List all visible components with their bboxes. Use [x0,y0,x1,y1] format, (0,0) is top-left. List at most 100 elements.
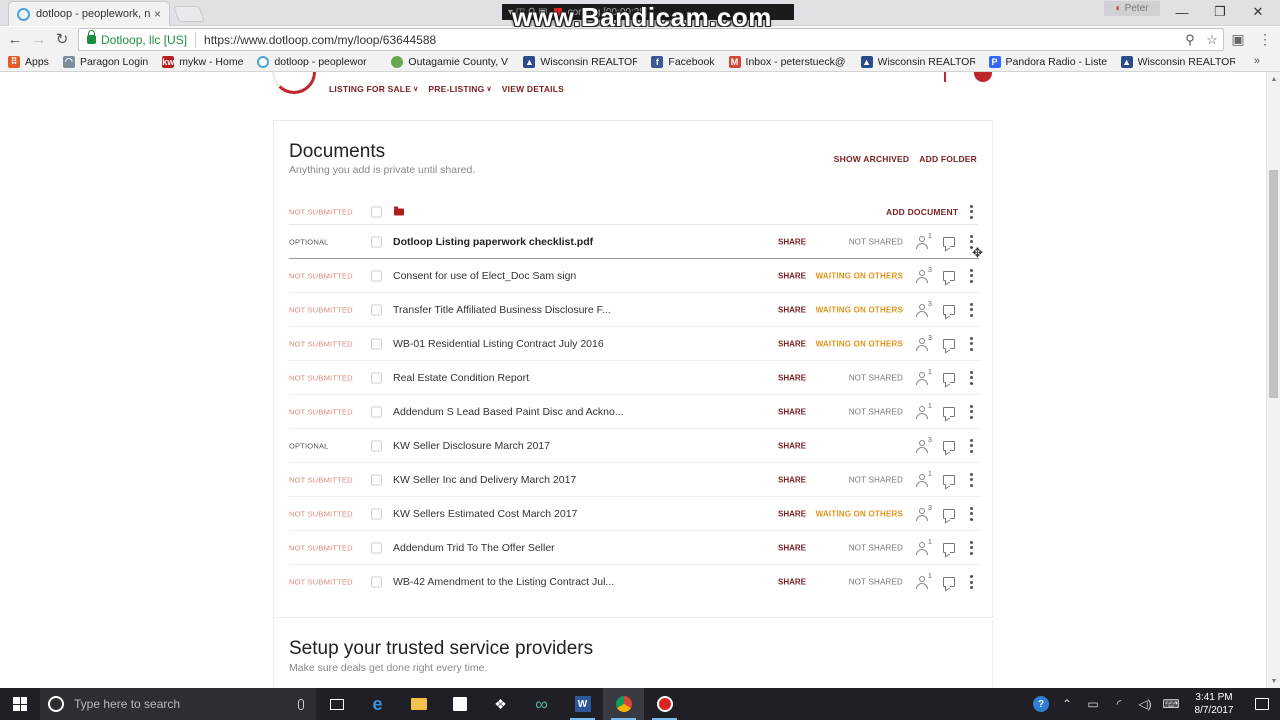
folder-icon[interactable] [394,206,404,215]
minimize-button[interactable]: — [1162,2,1202,22]
chrome-menu-icon[interactable]: ⋮ [1256,30,1274,48]
document-checkbox[interactable] [371,542,382,553]
document-checkbox[interactable] [371,406,382,417]
document-row[interactable]: NOT SUBMITTED Addendum Trid To The Offer… [289,531,979,565]
comment-icon[interactable] [943,474,955,485]
bandicam-app[interactable] [644,688,685,720]
comment-icon[interactable] [943,236,955,247]
document-more-icon[interactable] [968,404,974,419]
comment-icon[interactable] [943,440,955,451]
arduino-app[interactable]: ∞ [521,688,562,720]
back-button[interactable]: ← [6,30,24,48]
listing-for-sale-menu[interactable]: LISTING FOR SALE ∨ [329,84,418,94]
document-more-icon[interactable] [968,268,974,283]
view-details-link[interactable]: VIEW DETAILS [502,84,564,94]
tab-close-icon[interactable]: × [154,7,161,21]
close-window-button[interactable]: ✕ [1238,2,1278,22]
url-text[interactable]: https://www.dotloop.com/my/loop/63644588 [204,33,1179,47]
dropbox-app[interactable]: ❖ [480,688,521,720]
document-checkbox[interactable] [371,338,382,349]
comment-icon[interactable] [943,577,955,587]
bookmark-star-icon[interactable]: ☆ [1201,32,1223,48]
bookmark-pandora[interactable]: P Pandora Radio - Liste [988,55,1107,68]
edge-app[interactable]: e [357,688,398,720]
document-row[interactable]: NOT SUBMITTED Transfer Title Affiliated … [289,293,979,327]
participants-icon[interactable]: 3 [916,335,934,351]
participants-icon[interactable]: 1 [916,573,934,589]
share-button[interactable]: SHARE [778,578,806,587]
document-more-icon[interactable] [968,472,974,487]
reload-button[interactable]: ↻ [53,30,71,48]
document-name[interactable]: KW Seller Inc and Delivery March 2017 [393,474,576,486]
add-folder-button[interactable]: ADD FOLDER [919,154,977,164]
show-hidden-icons-icon[interactable]: ⌃ [1054,688,1080,720]
share-button[interactable]: SHARE [778,237,806,246]
microphone-icon[interactable] [298,698,304,710]
document-checkbox[interactable] [371,474,382,485]
bookmark-paragon-login[interactable]: ◠ Paragon Login [62,55,148,68]
document-name[interactable]: Dotloop Listing paperwork checklist.pdf [393,236,593,248]
document-row[interactable]: NOT SUBMITTED Addendum S Lead Based Pain… [289,395,979,429]
share-button[interactable]: SHARE [778,509,806,518]
document-row[interactable]: OPTIONAL KW Seller Disclosure March 2017… [289,429,979,463]
comment-icon[interactable] [943,508,955,519]
comment-icon[interactable] [943,304,955,315]
task-view-button[interactable] [316,688,357,720]
bookmark-wisconsin-realtors-2[interactable]: ▲ Wisconsin REALTORS [860,55,975,68]
volume-icon[interactable]: ◁) [1132,688,1158,720]
bookmark-wisconsin-realtors-3[interactable]: ▲ Wisconsin REALTORS [1120,55,1235,68]
document-checkbox[interactable] [371,576,382,588]
document-name[interactable]: KW Seller Disclosure March 2017 [393,440,550,452]
folder-more-icon[interactable] [968,204,974,219]
participants-icon[interactable]: 1 [916,403,934,419]
scroll-up-icon[interactable]: ▲ [1267,72,1280,86]
participants-icon[interactable]: 1 [916,369,934,385]
bookmark-dotloop[interactable]: dotloop - peoplewor [257,55,377,68]
document-checkbox[interactable] [371,270,382,281]
scrollbar-thumb[interactable] [1269,170,1278,398]
address-bar[interactable]: Dotloop, llc [US] https://www.dotloop.co… [78,28,1224,51]
document-checkbox[interactable] [371,508,382,519]
add-document-button[interactable]: ADD DOCUMENT [886,207,958,217]
participants-icon[interactable]: 1 [916,471,934,487]
bookmark-outagamie-county[interactable]: Outagamie County, V [391,55,509,68]
document-more-icon[interactable] [968,370,974,385]
document-row[interactable]: NOT SUBMITTED KW Sellers Estimated Cost … [289,497,979,531]
browser-tab-dotloop[interactable]: dotloop - peoplework, n × [8,1,170,26]
participants-icon[interactable]: 3 [916,267,934,283]
document-name[interactable]: WB-01 Residential Listing Contract July … [393,338,604,350]
store-app[interactable] [439,688,480,720]
bookmark-mykw-home[interactable]: kw mykw - Home [162,55,243,68]
document-name[interactable]: Real Estate Condition Report [393,372,529,384]
pre-listing-menu[interactable]: PRE-LISTING ∨ [428,84,491,94]
document-name[interactable]: Transfer Title Affiliated Business Discl… [393,304,611,316]
document-more-icon[interactable] [968,575,974,589]
document-more-icon[interactable] [968,302,974,317]
share-button[interactable]: SHARE [778,339,806,348]
start-button[interactable] [0,688,40,720]
document-name[interactable]: Addendum S Lead Based Paint Disc and Ack… [393,406,624,418]
document-checkbox[interactable] [371,304,382,315]
bookmark-wisconsin-realtors-1[interactable]: ▲ Wisconsin REALTORS [523,55,637,68]
share-button[interactable]: SHARE [778,407,806,416]
document-more-icon[interactable] [968,540,974,555]
taskbar-clock[interactable]: 3:41 PM 8/7/2017 [1184,691,1244,717]
file-explorer-app[interactable] [398,688,439,720]
share-button[interactable]: SHARE [778,475,806,484]
document-more-icon[interactable] [968,336,974,351]
document-row[interactable]: OPTIONAL Dotloop Listing paperwork check… [289,225,983,260]
network-icon[interactable]: ◜ [1106,688,1132,720]
scroll-down-icon[interactable]: ▼ [1267,674,1280,688]
zoom-search-icon[interactable]: ⚲ [1179,32,1201,48]
new-tab-button[interactable] [173,6,205,22]
comment-icon[interactable] [943,406,955,417]
share-button[interactable]: SHARE [778,305,806,314]
document-more-icon[interactable] [968,438,974,453]
keyboard-icon[interactable]: ⌨ [1158,688,1184,720]
document-checkbox[interactable] [371,372,382,383]
site-identity[interactable]: Dotloop, llc [US] [101,33,187,47]
battery-icon[interactable]: ▭ [1080,688,1106,720]
bookmark-facebook[interactable]: f Facebook [651,55,715,68]
loop-heart-icon[interactable] [974,72,992,82]
taskbar-search[interactable]: Type here to search [40,688,316,720]
